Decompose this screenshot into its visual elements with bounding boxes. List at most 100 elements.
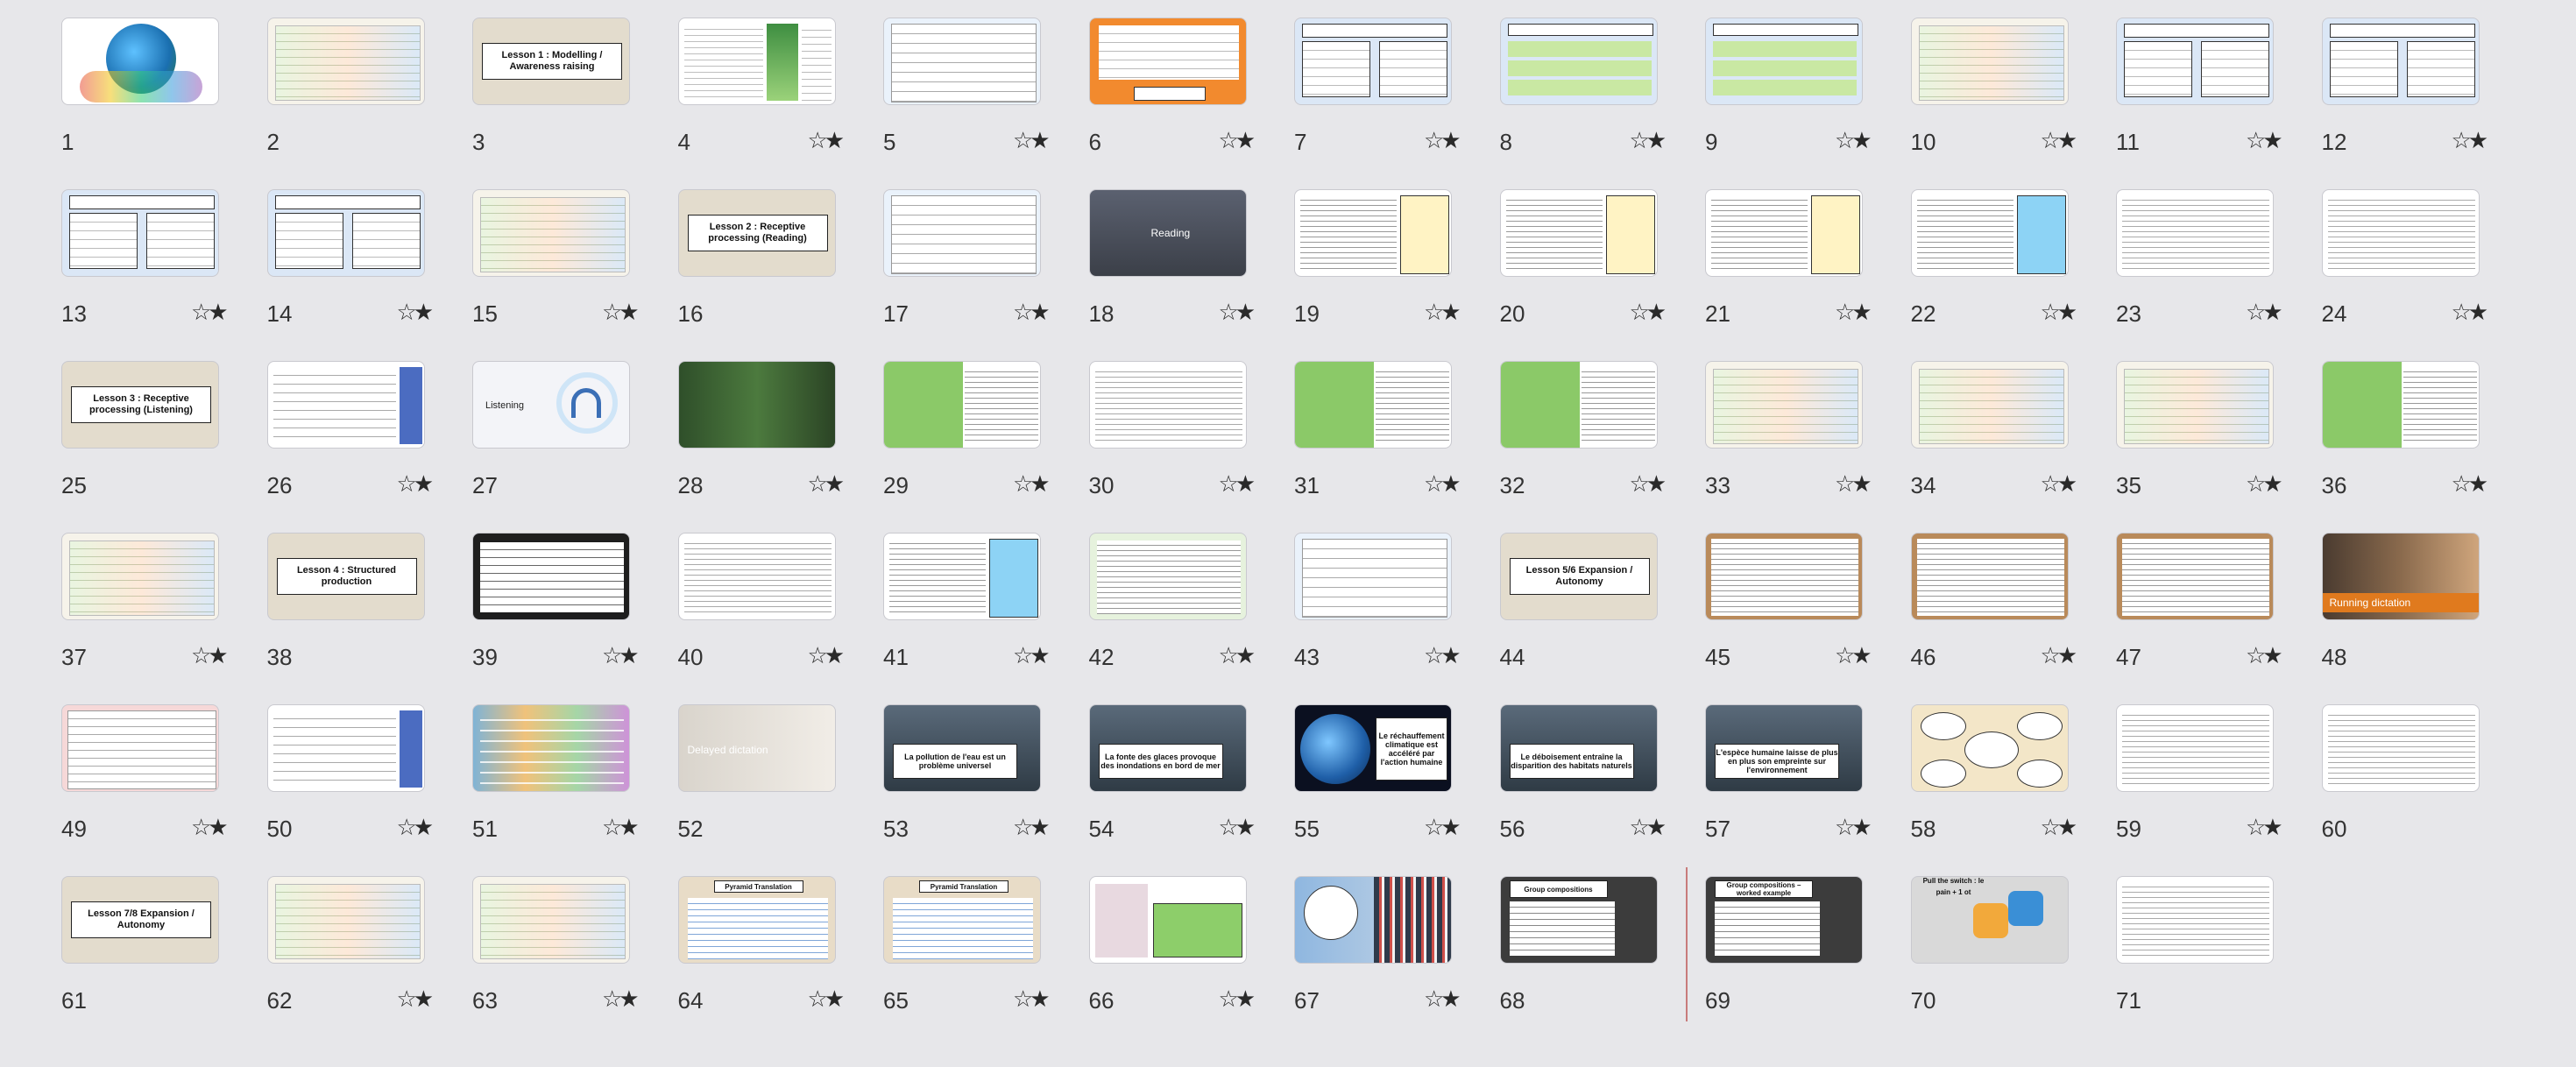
slide-preview[interactable]: Lesson 7/8 Expansion / Autonomy	[61, 876, 219, 964]
slide-preview[interactable]: Delayed dictation	[677, 704, 836, 792]
slide-thumbnail-21[interactable]: 21 ☆★	[1705, 189, 1910, 338]
slide-preview[interactable]: Pull the switch : le pain + 1 ot	[1910, 876, 2069, 964]
star-icon[interactable]: ☆★	[1630, 127, 1667, 154]
slide-preview[interactable]	[472, 876, 630, 964]
slide-thumbnail-56[interactable]: Le déboisement entraîne la disparition d…	[1499, 704, 1705, 853]
slide-thumbnail-45[interactable]: 45 ☆★	[1705, 533, 1910, 682]
slide-thumbnail-51[interactable]: 51 ☆★	[472, 704, 677, 853]
slide-thumbnail-68[interactable]: Group compositions 68	[1499, 876, 1705, 1025]
slide-thumbnail-25[interactable]: Lesson 3 : Receptive processing (Listeni…	[61, 361, 266, 510]
slide-thumbnail-20[interactable]: 20 ☆★	[1499, 189, 1705, 338]
star-icon[interactable]: ☆★	[1424, 642, 1461, 669]
slide-preview[interactable]	[1705, 361, 1863, 449]
slide-thumbnail-7[interactable]: 7 ☆★	[1294, 18, 1499, 166]
slide-thumbnail-40[interactable]: 40 ☆★	[677, 533, 883, 682]
slide-thumbnail-13[interactable]: 13 ☆★	[61, 189, 266, 338]
star-icon[interactable]: ☆★	[1630, 470, 1667, 498]
slide-preview[interactable]	[1294, 361, 1452, 449]
star-icon[interactable]: ☆★	[1835, 814, 1872, 841]
star-icon[interactable]: ☆★	[1424, 299, 1461, 326]
slide-preview[interactable]	[1294, 533, 1452, 620]
star-icon[interactable]: ☆★	[2452, 299, 2489, 326]
slide-preview[interactable]	[2116, 876, 2274, 964]
star-icon[interactable]: ☆★	[1219, 127, 1256, 154]
star-icon[interactable]: ☆★	[191, 299, 229, 326]
slide-thumbnail-17[interactable]: 17 ☆★	[883, 189, 1088, 338]
slide-thumbnail-41[interactable]: 41 ☆★	[883, 533, 1088, 682]
slide-preview[interactable]	[883, 18, 1041, 105]
slide-thumbnail-11[interactable]: 11 ☆★	[2116, 18, 2321, 166]
star-icon[interactable]: ☆★	[2246, 127, 2283, 154]
star-icon[interactable]: ☆★	[1013, 127, 1051, 154]
slide-preview[interactable]	[472, 533, 630, 620]
slide-preview[interactable]	[2116, 18, 2274, 105]
star-icon[interactable]: ☆★	[1424, 986, 1461, 1013]
slide-preview[interactable]	[61, 533, 219, 620]
slide-preview[interactable]: Pyramid Translation	[883, 876, 1041, 964]
slide-preview[interactable]	[1910, 704, 2069, 792]
slide-thumbnail-58[interactable]: 58 ☆★	[1910, 704, 2116, 853]
star-icon[interactable]: ☆★	[2041, 127, 2078, 154]
slide-thumbnail-50[interactable]: 50 ☆★	[266, 704, 472, 853]
star-icon[interactable]: ☆★	[2246, 814, 2283, 841]
star-icon[interactable]: ☆★	[397, 470, 435, 498]
slide-thumbnail-55[interactable]: Le réchauffement climatique est accéléré…	[1294, 704, 1499, 853]
star-icon[interactable]: ☆★	[1835, 470, 1872, 498]
slide-thumbnail-39[interactable]: 39 ☆★	[472, 533, 677, 682]
slide-preview[interactable]: Running dictation	[2321, 533, 2480, 620]
slide-preview[interactable]: Listening	[472, 361, 630, 449]
star-icon[interactable]: ☆★	[1013, 299, 1051, 326]
slide-thumbnail-67[interactable]: 67 ☆★	[1294, 876, 1499, 1025]
slide-thumbnail-38[interactable]: Lesson 4 : Structured production 38	[266, 533, 472, 682]
slide-thumbnail-31[interactable]: 31 ☆★	[1294, 361, 1499, 510]
slide-thumbnail-30[interactable]: 30 ☆★	[1088, 361, 1294, 510]
slide-preview[interactable]: Group compositions – worked example	[1705, 876, 1863, 964]
slide-preview[interactable]	[883, 533, 1041, 620]
slide-thumbnail-65[interactable]: Pyramid Translation 65 ☆★	[883, 876, 1088, 1025]
star-icon[interactable]: ☆★	[1219, 986, 1256, 1013]
slide-thumbnail-19[interactable]: 19 ☆★	[1294, 189, 1499, 338]
slide-preview[interactable]	[266, 18, 425, 105]
slide-thumbnail-16[interactable]: Lesson 2 : Receptive processing (Reading…	[677, 189, 883, 338]
slide-preview[interactable]	[883, 189, 1041, 277]
slide-thumbnail-5[interactable]: 5 ☆★	[883, 18, 1088, 166]
slide-preview[interactable]: La fonte des glaces provoque des inondat…	[1088, 704, 1247, 792]
slide-preview[interactable]	[1910, 361, 2069, 449]
star-icon[interactable]: ☆★	[1013, 986, 1051, 1013]
slide-thumbnail-52[interactable]: Delayed dictation 52	[677, 704, 883, 853]
slide-preview[interactable]: La pollution de l'eau est un problème un…	[883, 704, 1041, 792]
slide-preview[interactable]	[2321, 361, 2480, 449]
star-icon[interactable]: ☆★	[1835, 127, 1872, 154]
star-icon[interactable]: ☆★	[397, 814, 435, 841]
slide-thumbnail-12[interactable]: 12 ☆★	[2321, 18, 2527, 166]
slide-thumbnail-24[interactable]: 24 ☆★	[2321, 189, 2527, 338]
slide-thumbnail-43[interactable]: 43 ☆★	[1294, 533, 1499, 682]
slide-preview[interactable]	[677, 361, 836, 449]
star-icon[interactable]: ☆★	[191, 642, 229, 669]
slide-thumbnail-49[interactable]: 49 ☆★	[61, 704, 266, 853]
star-icon[interactable]: ☆★	[2452, 470, 2489, 498]
star-icon[interactable]: ☆★	[1013, 642, 1051, 669]
star-icon[interactable]: ☆★	[602, 642, 640, 669]
slide-thumbnail-71[interactable]: 71	[2116, 876, 2321, 1025]
slide-preview[interactable]	[266, 704, 425, 792]
slide-thumbnail-9[interactable]: 9 ☆★	[1705, 18, 1910, 166]
slide-preview[interactable]	[1294, 876, 1452, 964]
star-icon[interactable]: ☆★	[2041, 814, 2078, 841]
star-icon[interactable]: ☆★	[1424, 814, 1461, 841]
slide-preview[interactable]	[1705, 18, 1863, 105]
star-icon[interactable]: ☆★	[602, 814, 640, 841]
slide-preview[interactable]	[1088, 876, 1247, 964]
slide-preview[interactable]	[1910, 189, 2069, 277]
slide-thumbnail-27[interactable]: Listening 27	[472, 361, 677, 510]
star-icon[interactable]: ☆★	[808, 470, 846, 498]
star-icon[interactable]: ☆★	[397, 299, 435, 326]
slide-preview[interactable]	[266, 189, 425, 277]
star-icon[interactable]: ☆★	[1219, 642, 1256, 669]
slide-thumbnail-26[interactable]: 26 ☆★	[266, 361, 472, 510]
star-icon[interactable]: ☆★	[602, 299, 640, 326]
slide-thumbnail-34[interactable]: 34 ☆★	[1910, 361, 2116, 510]
slide-thumbnail-3[interactable]: Lesson 1 : Modelling / Awareness raising…	[472, 18, 677, 166]
star-icon[interactable]: ☆★	[1013, 470, 1051, 498]
slide-thumbnail-48[interactable]: Running dictation 48	[2321, 533, 2527, 682]
